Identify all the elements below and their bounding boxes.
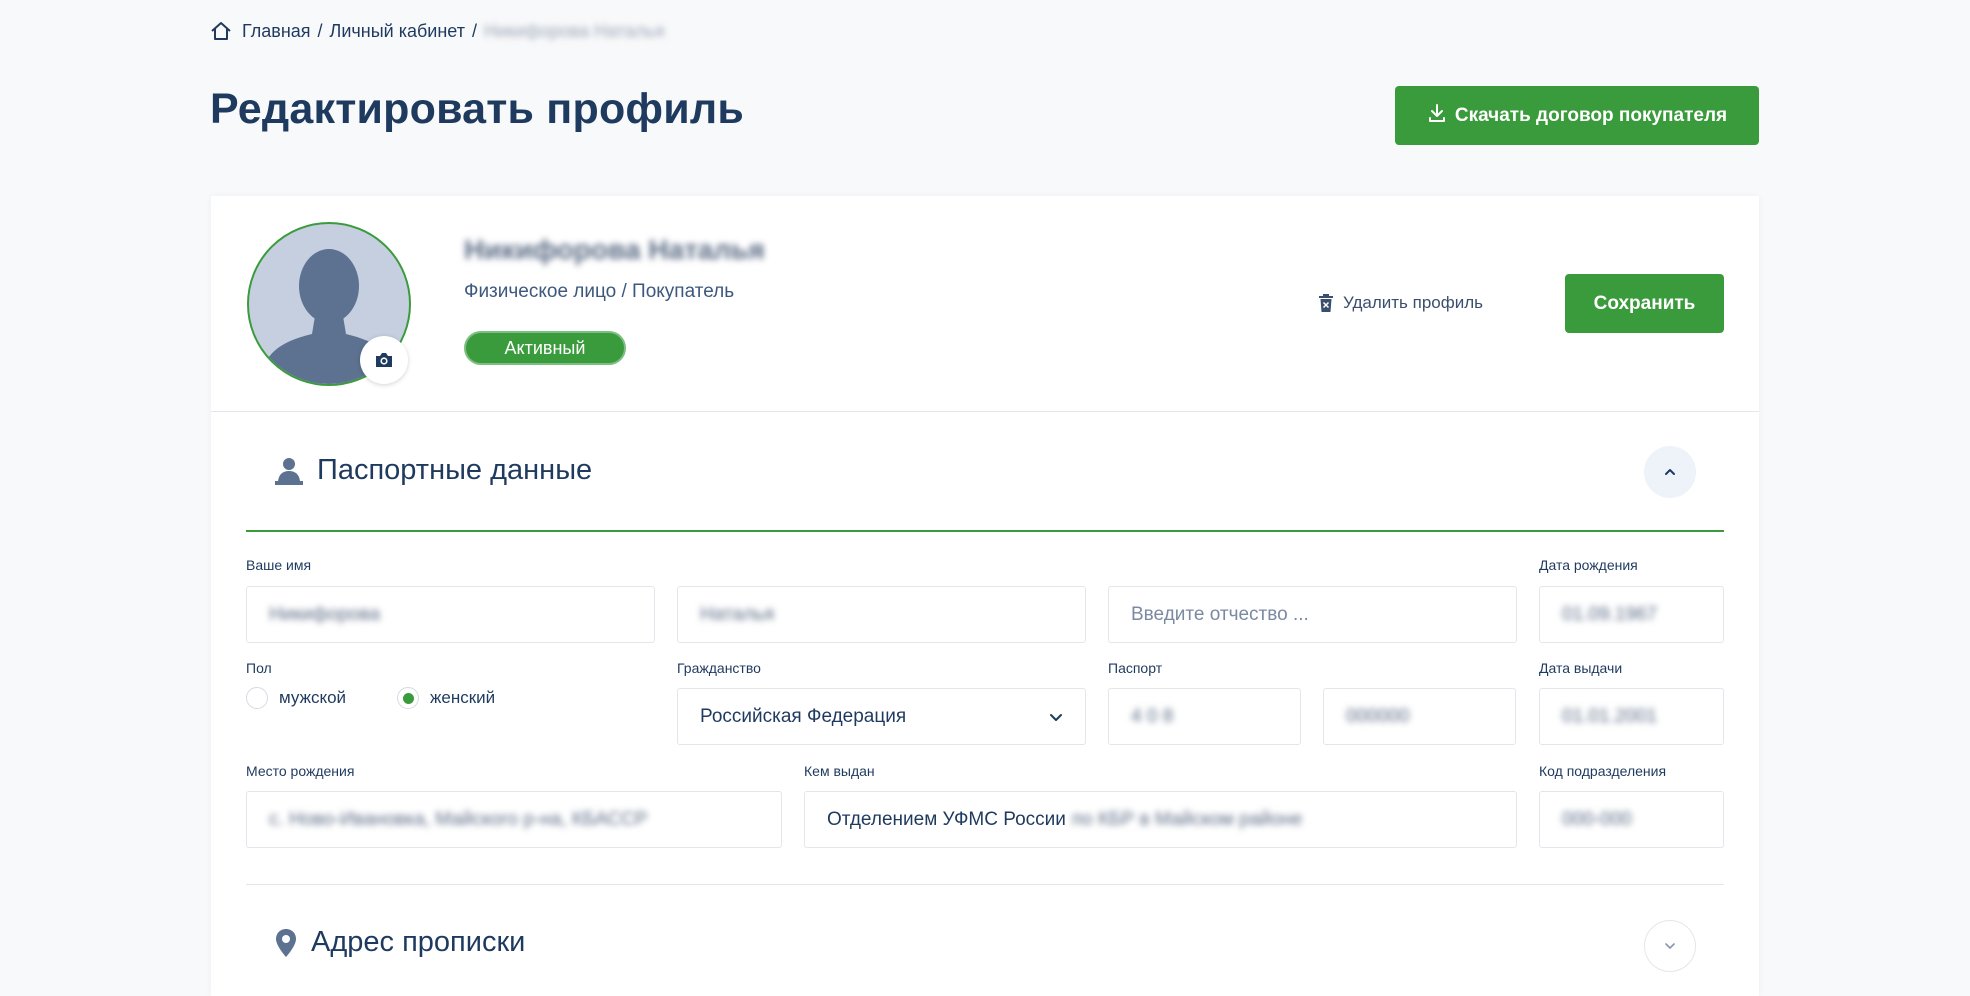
birth-place-value: с. Ново-Ивановка, Майского р-на, КБАССР	[269, 808, 648, 830]
passport-number-value: 000000	[1346, 705, 1410, 727]
divider	[211, 411, 1759, 412]
passport-section-title: Паспортные данные	[317, 454, 593, 486]
divider	[246, 884, 1724, 885]
passport-series-value: 4 0 8	[1131, 705, 1174, 727]
map-pin-icon	[276, 928, 296, 957]
breadcrumb-home-link[interactable]: Главная	[242, 21, 311, 42]
citizenship-select[interactable]: Российская Федерация	[677, 688, 1086, 745]
home-icon[interactable]	[210, 20, 232, 42]
first-name-input[interactable]: Наталья	[677, 586, 1086, 643]
avatar-container	[247, 222, 411, 386]
issued-by-value: Отделением УФМС России	[827, 808, 1066, 830]
delete-profile-button[interactable]: Удалить профиль	[1319, 293, 1483, 313]
birth-date-value: 01.09.1967	[1562, 603, 1658, 625]
last-name-input[interactable]: Никифорова	[246, 586, 655, 643]
issue-date-label: Дата выдачи	[1539, 660, 1623, 676]
save-button[interactable]: Сохранить	[1565, 274, 1724, 333]
breadcrumb: Главная / Личный кабинет / Никифорова На…	[210, 20, 664, 42]
gender-female-label: женский	[430, 688, 496, 707]
download-contract-button[interactable]: Скачать договор покупателя	[1395, 86, 1759, 145]
user-role: Физическое лицо / Покупатель	[464, 281, 735, 302]
user-icon	[275, 457, 303, 485]
collapse-passport-button[interactable]	[1644, 446, 1696, 498]
gender-male-label: мужской	[279, 688, 347, 707]
address-section-title: Адрес прописки	[311, 926, 526, 958]
download-contract-label: Скачать договор покупателя	[1454, 104, 1728, 126]
radio-circle-selected	[397, 687, 419, 709]
last-name-value: Никифорова	[269, 603, 381, 625]
patronymic-input[interactable]: Введите отчество ...	[1108, 586, 1517, 643]
division-code-value: 000-000	[1562, 808, 1632, 830]
passport-number-input[interactable]: 000000	[1323, 688, 1516, 745]
birth-date-label: Дата рождения	[1539, 557, 1638, 573]
page-title: Редактировать профиль	[210, 85, 745, 133]
first-name-value: Наталья	[700, 603, 775, 625]
status-badge: Активный	[464, 331, 626, 365]
section-divider	[246, 530, 1724, 532]
breadcrumb-separator: /	[471, 20, 477, 41]
patronymic-placeholder: Введите отчество ...	[1131, 603, 1309, 625]
address-section-header[interactable]: Адрес прописки	[275, 926, 525, 959]
download-icon	[1427, 103, 1447, 129]
passport-section-header[interactable]: Паспортные данные	[275, 454, 592, 487]
passport-label: Паспорт	[1108, 660, 1163, 676]
camera-icon	[376, 353, 392, 367]
radio-dot	[402, 692, 414, 704]
chevron-down-icon	[1050, 713, 1062, 721]
birth-place-label: Место рождения	[246, 763, 355, 779]
expand-address-button[interactable]	[1644, 920, 1696, 972]
issue-date-input[interactable]: 01.01.2001	[1539, 688, 1724, 745]
birth-date-input[interactable]: 01.09.1967	[1539, 586, 1724, 643]
gender-male-radio[interactable]: мужской	[246, 687, 346, 709]
division-code-label: Код подразделения	[1539, 763, 1667, 779]
radio-circle	[246, 687, 268, 709]
gender-female-radio[interactable]: женский	[397, 687, 495, 709]
breadcrumb-cabinet-link[interactable]: Личный кабинет	[330, 21, 465, 42]
trash-icon	[1319, 294, 1333, 312]
issued-by-value-hidden: по КБР в Майском районе	[1071, 808, 1303, 830]
division-code-input[interactable]: 000-000	[1539, 791, 1724, 848]
issued-by-label: Кем выдан	[804, 763, 875, 779]
passport-series-input[interactable]: 4 0 8	[1108, 688, 1301, 745]
breadcrumb-current: Никифорова Наталья	[483, 20, 665, 41]
profile-card: Никифорова Наталья Физическое лицо / Пок…	[211, 196, 1759, 996]
user-full-name: Никифорова Наталья	[464, 234, 765, 265]
issued-by-input[interactable]: Отделением УФМС России по КБР в Майском …	[804, 791, 1517, 848]
chevron-down-icon	[1665, 943, 1675, 949]
delete-profile-label: Удалить профиль	[1343, 293, 1484, 312]
name-label: Ваше имя	[246, 557, 312, 573]
issue-date-value: 01.01.2001	[1562, 705, 1658, 727]
citizenship-label: Гражданство	[677, 660, 761, 676]
citizenship-value: Российская Федерация	[700, 705, 907, 727]
breadcrumb-separator: /	[317, 20, 323, 41]
chevron-up-icon	[1665, 469, 1675, 475]
change-photo-button[interactable]	[360, 336, 408, 384]
birth-place-input[interactable]: с. Ново-Ивановка, Майского р-на, КБАССР	[246, 791, 782, 848]
gender-label: Пол	[246, 660, 272, 676]
